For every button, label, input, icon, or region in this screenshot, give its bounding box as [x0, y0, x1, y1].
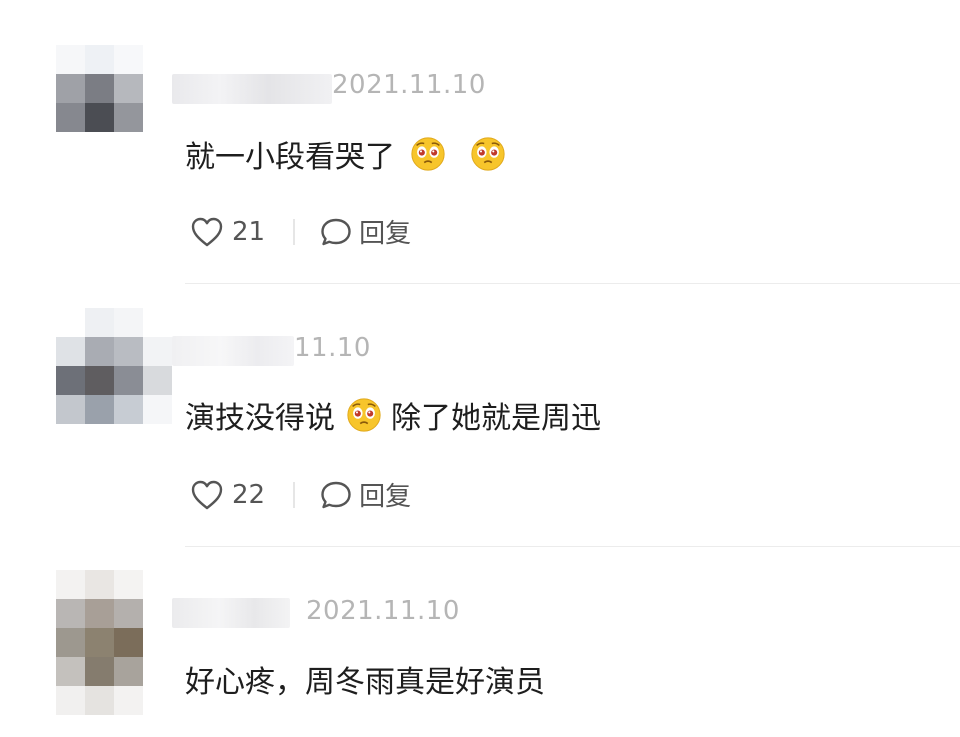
comment-item: 2021.11.10 好心疼，周冬雨真是好演员 — [0, 0, 960, 737]
comment-date: 2021.11.10 — [306, 596, 460, 626]
avatar[interactable] — [56, 570, 143, 715]
comment-text: 好心疼，周冬雨真是好演员 — [185, 665, 545, 700]
username-blurred[interactable] — [172, 598, 290, 628]
